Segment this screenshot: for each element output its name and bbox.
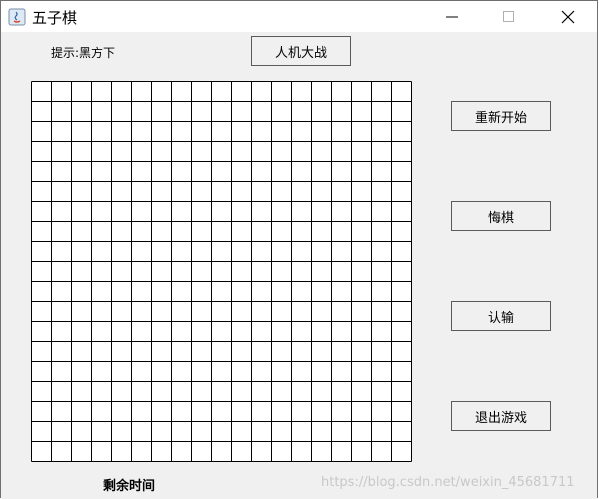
title-bar[interactable]: 五子棋 [1, 1, 597, 32]
close-icon [561, 10, 575, 23]
surrender-button[interactable]: 认输 [451, 301, 551, 331]
maximize-button[interactable] [486, 1, 532, 32]
undo-button[interactable]: 悔棋 [451, 201, 551, 231]
ai-battle-button[interactable]: 人机大战 [251, 36, 351, 66]
minimize-icon [446, 16, 458, 17]
remaining-time-label: 剩余时间 [103, 479, 156, 494]
game-window: 五子棋 提示:黑方下 人机大战 重新开始 悔棋 认输 退出游戏 剩余时间 htt… [0, 0, 598, 499]
close-button[interactable] [545, 1, 591, 32]
board-background [31, 81, 412, 462]
minimize-button[interactable] [429, 1, 475, 32]
watermark-text: https://blog.csdn.net/weixin_45681711 [321, 475, 575, 490]
java-app-icon [8, 8, 26, 26]
maximize-icon [503, 10, 514, 22]
window-title: 五子棋 [32, 9, 78, 27]
restart-button[interactable]: 重新开始 [451, 101, 551, 131]
game-content: 提示:黑方下 人机大战 重新开始 悔棋 认输 退出游戏 剩余时间 https:/… [1, 32, 597, 499]
exit-game-button[interactable]: 退出游戏 [451, 401, 551, 431]
gomoku-board[interactable] [31, 81, 412, 462]
turn-hint: 提示:黑方下 [51, 46, 116, 60]
